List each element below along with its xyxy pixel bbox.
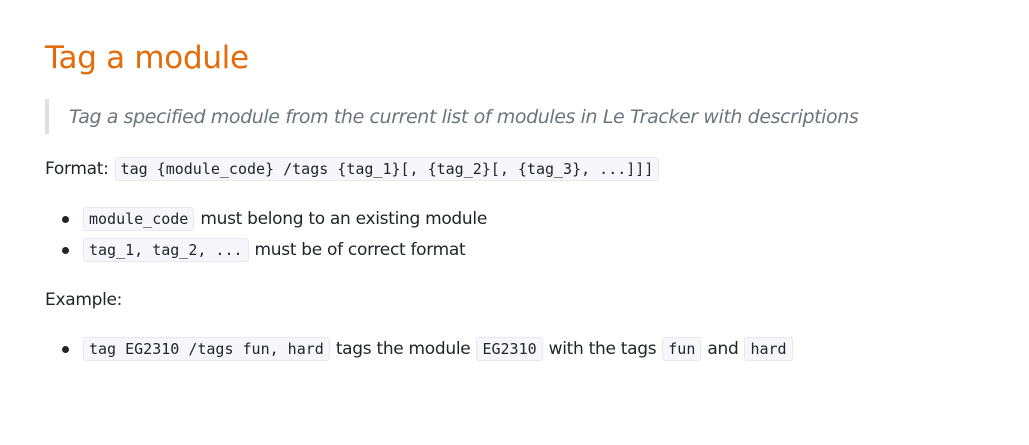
- example-tag-code: fun: [662, 336, 702, 361]
- rules-list: module_code must belong to an existing m…: [45, 203, 493, 265]
- bullet-icon: [62, 246, 69, 254]
- example-text: and: [707, 338, 739, 359]
- example-list: tag EG2310 /tags fun, hard tags the modu…: [45, 333, 793, 364]
- rule-text: must be of correct format: [254, 239, 466, 260]
- example-module-code: EG2310: [476, 336, 543, 361]
- description-text: Tag a specified module from the current …: [69, 105, 859, 128]
- section-description: Tag a specified module from the current …: [45, 99, 859, 134]
- rule-text: must belong to an existing module: [200, 208, 487, 229]
- example-text: tags the module: [335, 338, 471, 359]
- format-syntax-code: tag {module_code} /tags {tag_1}[, {tag_2…: [114, 157, 660, 181]
- list-item: module_code must belong to an existing m…: [45, 203, 493, 234]
- example-tag-code: hard: [744, 336, 793, 361]
- rule-code: module_code: [83, 206, 195, 231]
- rule-code: tag_1, tag_2, ...: [83, 237, 249, 262]
- bullet-icon: [62, 215, 69, 223]
- example-command-code: tag EG2310 /tags fun, hard: [83, 336, 330, 361]
- section-title: Tag a module: [45, 40, 249, 76]
- format-line: Format: tag {module_code} /tags {tag_1}[…: [45, 153, 660, 185]
- format-label: Format:: [45, 159, 109, 179]
- bullet-icon: [62, 345, 69, 353]
- example-text: with the tags: [548, 338, 657, 359]
- example-label: Example:: [45, 290, 123, 310]
- list-item: tag_1, tag_2, ... must be of correct for…: [45, 234, 493, 265]
- list-item: tag EG2310 /tags fun, hard tags the modu…: [45, 333, 793, 364]
